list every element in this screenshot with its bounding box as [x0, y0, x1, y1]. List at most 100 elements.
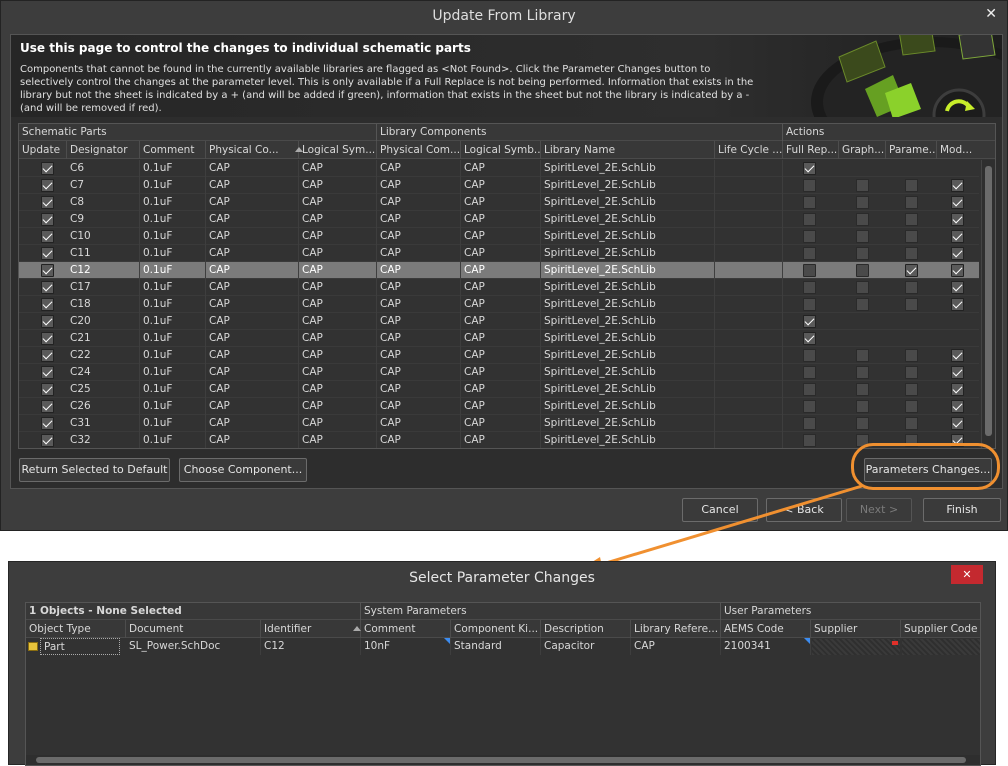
- col-physical-component[interactable]: Physical Co...: [206, 141, 299, 159]
- table-row[interactable]: C22 0.1uF CAP CAP CAP CAP SpiritLevel_2E.SchLi…: [19, 347, 979, 364]
- update-checkbox[interactable]: [41, 383, 54, 396]
- update-checkbox[interactable]: [41, 213, 54, 226]
- table-row[interactable]: C31 0.1uF CAP CAP CAP CAP SpiritLevel_2E.SchLi…: [19, 415, 979, 432]
- table-row[interactable]: C11 0.1uF CAP CAP CAP CAP SpiritLevel_2E.SchLi…: [19, 245, 979, 262]
- col-parameters[interactable]: Parame...: [886, 141, 937, 159]
- table-row[interactable]: C21 0.1uF CAP CAP CAP CAP SpiritLevel_2E.SchLi…: [19, 330, 979, 347]
- mod-checkbox[interactable]: [951, 383, 964, 396]
- col-library-reference[interactable]: Library Refere...: [631, 620, 721, 638]
- full-checkbox[interactable]: [803, 400, 816, 413]
- update-checkbox[interactable]: [41, 230, 54, 243]
- col-component-kind[interactable]: Component Ki...: [451, 620, 541, 638]
- table-row[interactable]: C8 0.1uF CAP CAP CAP CAP SpiritLevel_2E.SchLib: [19, 194, 979, 211]
- cell-supplier-code-empty[interactable]: [902, 639, 980, 655]
- mod-checkbox[interactable]: [951, 281, 964, 294]
- table-row[interactable]: C24 0.1uF CAP CAP CAP CAP SpiritLevel_2E.SchLi…: [19, 364, 979, 381]
- col-graphical[interactable]: Graph...: [839, 141, 886, 159]
- graph-checkbox[interactable]: [856, 298, 869, 311]
- param-checkbox[interactable]: [905, 417, 918, 430]
- parameter-row[interactable]: Part SL_Power.SchDoc C12 10nF Standard C…: [26, 638, 980, 656]
- param-checkbox[interactable]: [905, 213, 918, 226]
- scrollbar-thumb[interactable]: [985, 166, 992, 436]
- col-object-type[interactable]: Object Type: [26, 620, 126, 638]
- param-checkbox[interactable]: [905, 230, 918, 243]
- mod-checkbox[interactable]: [951, 213, 964, 226]
- graph-checkbox[interactable]: [856, 264, 869, 277]
- vertical-scrollbar[interactable]: [981, 160, 995, 448]
- mod-checkbox[interactable]: [951, 247, 964, 260]
- update-checkbox[interactable]: [41, 298, 54, 311]
- update-checkbox[interactable]: [41, 281, 54, 294]
- col-designator[interactable]: Designator: [67, 141, 140, 159]
- graph-checkbox[interactable]: [856, 179, 869, 192]
- col-comment[interactable]: Comment: [140, 141, 206, 159]
- full-checkbox[interactable]: [803, 213, 816, 226]
- table-row[interactable]: C6 0.1uF CAP CAP CAP CAP SpiritLevel_2E.SchLib: [19, 160, 979, 177]
- col-supplier[interactable]: Supplier: [811, 620, 901, 638]
- col-lib-logical-symbol[interactable]: Logical Symb...: [461, 141, 541, 159]
- full-checkbox[interactable]: [803, 264, 816, 277]
- param-checkbox[interactable]: [905, 298, 918, 311]
- next-button[interactable]: Next >: [846, 498, 912, 522]
- col-identifier[interactable]: Identifier: [261, 620, 361, 638]
- mod-checkbox[interactable]: [951, 417, 964, 430]
- table-row[interactable]: C32 0.1uF CAP CAP CAP CAP SpiritLevel_2E.SchLi…: [19, 432, 979, 448]
- full-checkbox[interactable]: [803, 383, 816, 396]
- graph-checkbox[interactable]: [856, 349, 869, 362]
- col-lib-physical-component[interactable]: Physical Com...: [377, 141, 461, 159]
- update-checkbox[interactable]: [41, 162, 54, 175]
- full-checkbox[interactable]: [803, 349, 816, 362]
- full-checkbox[interactable]: [803, 366, 816, 379]
- back-button[interactable]: < Back: [766, 498, 842, 522]
- update-checkbox[interactable]: [41, 196, 54, 209]
- graph-checkbox[interactable]: [856, 383, 869, 396]
- full-checkbox[interactable]: [803, 332, 816, 345]
- param-checkbox[interactable]: [905, 179, 918, 192]
- graph-checkbox[interactable]: [856, 196, 869, 209]
- full-checkbox[interactable]: [803, 434, 816, 447]
- param-checkbox[interactable]: [905, 196, 918, 209]
- full-checkbox[interactable]: [803, 247, 816, 260]
- graph-checkbox[interactable]: [856, 213, 869, 226]
- param-checkbox[interactable]: [905, 366, 918, 379]
- return-selected-to-default-button[interactable]: Return Selected to Default: [19, 458, 170, 482]
- update-checkbox[interactable]: [41, 315, 54, 328]
- cell-comment[interactable]: 10nF: [361, 638, 451, 655]
- col-comment[interactable]: Comment: [361, 620, 451, 638]
- close-icon[interactable]: ✕: [985, 1, 997, 28]
- col-library-name[interactable]: Library Name: [541, 141, 715, 159]
- col-logical-symbol[interactable]: Logical Sym...: [299, 141, 377, 159]
- col-update[interactable]: Update: [19, 141, 67, 159]
- full-checkbox[interactable]: [803, 315, 816, 328]
- full-checkbox[interactable]: [803, 230, 816, 243]
- update-checkbox[interactable]: [41, 417, 54, 430]
- mod-checkbox[interactable]: [951, 366, 964, 379]
- full-checkbox[interactable]: [803, 281, 816, 294]
- update-checkbox[interactable]: [41, 264, 54, 277]
- full-checkbox[interactable]: [803, 417, 816, 430]
- mod-checkbox[interactable]: [951, 196, 964, 209]
- col-aems-code[interactable]: AEMS Code: [721, 620, 811, 638]
- table-row[interactable]: C25 0.1uF CAP CAP CAP CAP SpiritLevel_2E.SchLi…: [19, 381, 979, 398]
- update-checkbox[interactable]: [41, 366, 54, 379]
- update-checkbox[interactable]: [41, 400, 54, 413]
- table-row[interactable]: C26 0.1uF CAP CAP CAP CAP SpiritLevel_2E.SchLi…: [19, 398, 979, 415]
- mod-checkbox[interactable]: [951, 230, 964, 243]
- table-row[interactable]: C18 0.1uF CAP CAP CAP CAP SpiritLevel_2E.SchLi…: [19, 296, 979, 313]
- graph-checkbox[interactable]: [856, 230, 869, 243]
- mod-checkbox[interactable]: [951, 298, 964, 311]
- graph-checkbox[interactable]: [856, 400, 869, 413]
- graph-checkbox[interactable]: [856, 417, 869, 430]
- graph-checkbox[interactable]: [856, 366, 869, 379]
- update-checkbox[interactable]: [41, 434, 54, 447]
- param-checkbox[interactable]: [905, 247, 918, 260]
- mod-checkbox[interactable]: [951, 179, 964, 192]
- close-icon[interactable]: ✕: [951, 565, 983, 584]
- full-checkbox[interactable]: [803, 298, 816, 311]
- cell-supplier-empty[interactable]: [812, 639, 900, 655]
- col-document[interactable]: Document: [126, 620, 261, 638]
- param-checkbox[interactable]: [905, 383, 918, 396]
- update-checkbox[interactable]: [41, 247, 54, 260]
- horizontal-scrollbar[interactable]: [26, 755, 980, 765]
- graph-checkbox[interactable]: [856, 281, 869, 294]
